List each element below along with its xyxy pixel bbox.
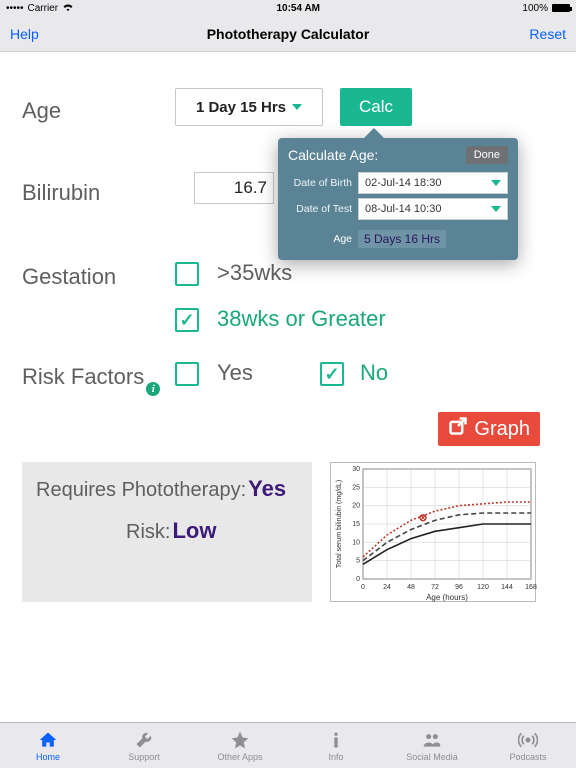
people-icon xyxy=(422,730,442,750)
svg-text:Age (hours): Age (hours) xyxy=(426,593,468,602)
result-panel: Requires Phototherapy:Yes Risk:Low xyxy=(22,462,312,602)
gestation-38-checkbox[interactable]: ✓ xyxy=(175,308,199,332)
tab-social[interactable]: Social Media xyxy=(384,723,480,768)
tab-other-apps[interactable]: Other Apps xyxy=(192,723,288,768)
home-icon xyxy=(38,730,58,750)
calculate-age-popover: Calculate Age: Done Date of Birth 02-Jul… xyxy=(278,138,518,260)
tab-support[interactable]: Support xyxy=(96,723,192,768)
dot-picker[interactable]: 08-Jul-14 10:30 xyxy=(358,198,508,220)
graph-button[interactable]: Graph xyxy=(438,412,540,446)
star-icon xyxy=(230,730,250,750)
svg-text:0: 0 xyxy=(361,584,365,591)
svg-text:72: 72 xyxy=(431,584,439,591)
info-icon[interactable]: i xyxy=(146,382,160,396)
gestation-35-checkbox[interactable] xyxy=(175,262,199,286)
chevron-down-icon xyxy=(491,180,501,186)
bilirubin-label: Bilirubin xyxy=(22,180,100,206)
risk-yes-label: Yes xyxy=(217,360,253,386)
svg-text:168: 168 xyxy=(525,584,537,591)
risk-value: Low xyxy=(172,518,216,544)
svg-text:96: 96 xyxy=(455,584,463,591)
svg-text:10: 10 xyxy=(352,539,360,546)
dob-picker[interactable]: 02-Jul-14 18:30 xyxy=(358,172,508,194)
chevron-down-icon xyxy=(491,206,501,212)
svg-text:0: 0 xyxy=(356,576,360,583)
tab-bar: Home Support Other Apps Info Social Medi… xyxy=(0,722,576,768)
wifi-icon xyxy=(62,2,74,15)
info-icon xyxy=(326,730,346,750)
page-title: Phototherapy Calculator xyxy=(0,26,576,42)
gestation-35-label: >35wks xyxy=(217,260,292,286)
carrier-name: Carrier xyxy=(28,3,59,14)
external-link-icon xyxy=(448,416,468,442)
svg-text:24: 24 xyxy=(383,584,391,591)
reset-button[interactable]: Reset xyxy=(529,26,566,42)
calc-button[interactable]: Calc xyxy=(340,88,412,126)
svg-text:30: 30 xyxy=(352,466,360,473)
main-content: Age 1 Day 15 Hrs Calc Bilirubin mg Gesta… xyxy=(0,52,576,722)
svg-text:120: 120 xyxy=(477,584,489,591)
wrench-icon xyxy=(134,730,154,750)
battery-percent: 100% xyxy=(522,3,548,14)
svg-text:Total serum bilirubin (mg/dL): Total serum bilirubin (mg/dL) xyxy=(336,480,343,568)
bilirubin-input[interactable] xyxy=(194,172,274,204)
risk-no-label: No xyxy=(360,360,388,386)
help-button[interactable]: Help xyxy=(10,26,39,42)
gestation-label: Gestation xyxy=(22,264,116,290)
svg-text:20: 20 xyxy=(352,503,360,510)
popover-title: Calculate Age: xyxy=(288,147,378,163)
tab-podcasts[interactable]: Podcasts xyxy=(480,723,576,768)
chart-thumbnail[interactable]: 0 24 48 72 96 120 144 168 0 5 10 15 20 25 30 Age (hours… xyxy=(330,462,536,602)
tab-info[interactable]: Info xyxy=(288,723,384,768)
svg-text:5: 5 xyxy=(356,558,360,565)
dob-label: Date of Birth xyxy=(288,177,358,189)
risk-factors-label: Risk Factorsi xyxy=(22,364,160,390)
tab-home[interactable]: Home xyxy=(0,723,96,768)
gestation-38-label: 38wks or Greater xyxy=(217,306,386,332)
dot-label: Date of Test xyxy=(288,203,358,215)
navbar: Help Phototherapy Calculator Reset xyxy=(0,16,576,52)
age-select[interactable]: 1 Day 15 Hrs xyxy=(175,88,323,126)
svg-text:25: 25 xyxy=(352,484,360,491)
status-bar: ••••• Carrier 10:54 AM 100% xyxy=(0,0,576,16)
age-value: 1 Day 15 Hrs xyxy=(196,99,286,116)
risk-no-checkbox[interactable]: ✓ xyxy=(320,362,344,386)
signal-icon: ••••• xyxy=(6,3,24,14)
popover-age-label: Age xyxy=(288,233,358,245)
svg-text:48: 48 xyxy=(407,584,415,591)
popover-age-value: 5 Days 16 Hrs xyxy=(358,230,446,248)
battery-icon xyxy=(552,4,570,12)
clock: 10:54 AM xyxy=(74,3,522,14)
svg-text:144: 144 xyxy=(501,584,513,591)
graph-button-label: Graph xyxy=(474,418,530,441)
age-label: Age xyxy=(22,98,61,124)
podcast-icon xyxy=(518,730,538,750)
risk-yes-checkbox[interactable] xyxy=(175,362,199,386)
chevron-down-icon xyxy=(292,104,302,110)
requires-value: Yes xyxy=(248,476,286,502)
svg-text:15: 15 xyxy=(352,521,360,528)
popover-done-button[interactable]: Done xyxy=(466,146,508,164)
